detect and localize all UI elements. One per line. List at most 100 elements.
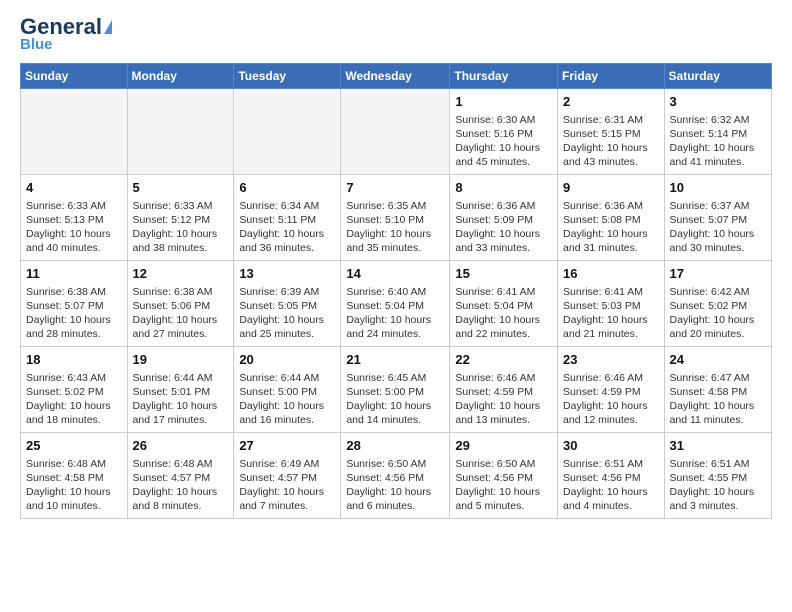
day-cell-28: 28 Sunrise: 6:50 AM Sunset: 4:56 PM Dayli… [341, 433, 450, 519]
calendar-header-monday: Monday [127, 64, 234, 89]
day-number: 3 [670, 93, 766, 111]
day-info: Sunrise: 6:48 AM Sunset: 4:58 PM Dayligh… [26, 457, 122, 514]
day-info: Sunrise: 6:38 AM Sunset: 5:07 PM Dayligh… [26, 285, 122, 342]
day-number: 6 [239, 179, 335, 197]
day-info: Sunrise: 6:37 AM Sunset: 5:07 PM Dayligh… [670, 199, 766, 256]
day-number: 14 [346, 265, 444, 283]
day-cell-9: 9 Sunrise: 6:36 AM Sunset: 5:08 PM Daylig… [558, 175, 665, 261]
day-cell-4: 4Sunrise: 6:33 AM Sunset: 5:13 PM Daylig… [21, 175, 128, 261]
day-cell-11: 11 Sunrise: 6:38 AM Sunset: 5:07 PM Dayli… [21, 261, 128, 347]
day-info: Sunrise: 6:40 AM Sunset: 5:04 PM Dayligh… [346, 285, 444, 342]
day-number: 24 [670, 351, 766, 369]
logo-blue: Blue [20, 36, 53, 53]
day-number: 26 [133, 437, 229, 455]
day-number: 21 [346, 351, 444, 369]
day-cell-3: 3 Sunrise: 6:32 AM Sunset: 5:14 PM Daylig… [664, 89, 771, 175]
day-cell-10: 10 Sunrise: 6:37 AM Sunset: 5:07 PM Dayli… [664, 175, 771, 261]
day-info: Sunrise: 6:44 AM Sunset: 5:01 PM Dayligh… [133, 371, 229, 428]
day-info: Sunrise: 6:30 AM Sunset: 5:16 PM Dayligh… [455, 113, 552, 170]
calendar-header-saturday: Saturday [664, 64, 771, 89]
day-info: Sunrise: 6:33 AM Sunset: 5:13 PM Dayligh… [26, 199, 122, 256]
week-row-3: 11 Sunrise: 6:38 AM Sunset: 5:07 PM Dayli… [21, 261, 772, 347]
day-cell-5: 5 Sunrise: 6:33 AM Sunset: 5:12 PM Daylig… [127, 175, 234, 261]
day-number: 2 [563, 93, 659, 111]
day-info: Sunrise: 6:44 AM Sunset: 5:00 PM Dayligh… [239, 371, 335, 428]
day-cell-26: 26 Sunrise: 6:48 AM Sunset: 4:57 PM Dayli… [127, 433, 234, 519]
day-cell-8: 8 Sunrise: 6:36 AM Sunset: 5:09 PM Daylig… [450, 175, 558, 261]
day-number: 25 [26, 437, 122, 455]
calendar-table: SundayMondayTuesdayWednesdayThursdayFrid… [20, 63, 772, 519]
day-number: 16 [563, 265, 659, 283]
calendar-header-sunday: Sunday [21, 64, 128, 89]
day-cell-23: 23 Sunrise: 6:46 AM Sunset: 4:59 PM Dayli… [558, 347, 665, 433]
day-number: 22 [455, 351, 552, 369]
day-cell-20: 20Sunrise: 6:44 AM Sunset: 5:00 PM Dayli… [234, 347, 341, 433]
day-info: Sunrise: 6:38 AM Sunset: 5:06 PM Dayligh… [133, 285, 229, 342]
day-cell-12: 12Sunrise: 6:38 AM Sunset: 5:06 PM Dayli… [127, 261, 234, 347]
day-number: 10 [670, 179, 766, 197]
day-cell-1: 1 Sunrise: 6:30 AM Sunset: 5:16 PM Daylig… [450, 89, 558, 175]
day-number: 17 [670, 265, 766, 283]
day-number: 19 [133, 351, 229, 369]
day-info: Sunrise: 6:41 AM Sunset: 5:04 PM Dayligh… [455, 285, 552, 342]
calendar-header-wednesday: Wednesday [341, 64, 450, 89]
day-info: Sunrise: 6:36 AM Sunset: 5:09 PM Dayligh… [455, 199, 552, 256]
week-row-2: 4Sunrise: 6:33 AM Sunset: 5:13 PM Daylig… [21, 175, 772, 261]
day-number: 8 [455, 179, 552, 197]
day-cell-29: 29Sunrise: 6:50 AM Sunset: 4:56 PM Dayli… [450, 433, 558, 519]
day-info: Sunrise: 6:51 AM Sunset: 4:56 PM Dayligh… [563, 457, 659, 514]
day-info: Sunrise: 6:43 AM Sunset: 5:02 PM Dayligh… [26, 371, 122, 428]
day-cell-17: 17 Sunrise: 6:42 AM Sunset: 5:02 PM Dayli… [664, 261, 771, 347]
day-info: Sunrise: 6:42 AM Sunset: 5:02 PM Dayligh… [670, 285, 766, 342]
day-number: 7 [346, 179, 444, 197]
day-number: 23 [563, 351, 659, 369]
day-cell-16: 16Sunrise: 6:41 AM Sunset: 5:03 PM Dayli… [558, 261, 665, 347]
day-info: Sunrise: 6:50 AM Sunset: 4:56 PM Dayligh… [455, 457, 552, 514]
day-cell-24: 24 Sunrise: 6:47 AM Sunset: 4:58 PM Dayli… [664, 347, 771, 433]
day-info: Sunrise: 6:46 AM Sunset: 4:59 PM Dayligh… [563, 371, 659, 428]
day-cell-30: 30 Sunrise: 6:51 AM Sunset: 4:56 PM Dayli… [558, 433, 665, 519]
calendar-header-thursday: Thursday [450, 64, 558, 89]
day-cell-27: 27 Sunrise: 6:49 AM Sunset: 4:57 PM Dayli… [234, 433, 341, 519]
day-info: Sunrise: 6:48 AM Sunset: 4:57 PM Dayligh… [133, 457, 229, 514]
logo-triangle-icon [104, 20, 112, 34]
day-info: Sunrise: 6:46 AM Sunset: 4:59 PM Dayligh… [455, 371, 552, 428]
calendar-header-friday: Friday [558, 64, 665, 89]
day-cell-25: 25 Sunrise: 6:48 AM Sunset: 4:58 PM Dayli… [21, 433, 128, 519]
day-info: Sunrise: 6:33 AM Sunset: 5:12 PM Dayligh… [133, 199, 229, 256]
day-cell-6: 6 Sunrise: 6:34 AM Sunset: 5:11 PM Daylig… [234, 175, 341, 261]
day-number: 31 [670, 437, 766, 455]
week-row-5: 25 Sunrise: 6:48 AM Sunset: 4:58 PM Dayli… [21, 433, 772, 519]
page: General Blue SundayMondayTuesdayWednesda… [0, 0, 792, 529]
week-row-4: 18 Sunrise: 6:43 AM Sunset: 5:02 PM Dayli… [21, 347, 772, 433]
week-row-1: 1 Sunrise: 6:30 AM Sunset: 5:16 PM Daylig… [21, 89, 772, 175]
day-info: Sunrise: 6:45 AM Sunset: 5:00 PM Dayligh… [346, 371, 444, 428]
day-info: Sunrise: 6:32 AM Sunset: 5:14 PM Dayligh… [670, 113, 766, 170]
day-number: 5 [133, 179, 229, 197]
day-info: Sunrise: 6:36 AM Sunset: 5:08 PM Dayligh… [563, 199, 659, 256]
day-info: Sunrise: 6:50 AM Sunset: 4:56 PM Dayligh… [346, 457, 444, 514]
logo: General Blue [20, 16, 112, 53]
day-info: Sunrise: 6:47 AM Sunset: 4:58 PM Dayligh… [670, 371, 766, 428]
day-number: 11 [26, 265, 122, 283]
day-info: Sunrise: 6:49 AM Sunset: 4:57 PM Dayligh… [239, 457, 335, 514]
day-number: 18 [26, 351, 122, 369]
day-number: 13 [239, 265, 335, 283]
day-cell-7: 7Sunrise: 6:35 AM Sunset: 5:10 PM Daylig… [341, 175, 450, 261]
day-number: 1 [455, 93, 552, 111]
empty-cell [21, 89, 128, 175]
day-cell-13: 13Sunrise: 6:39 AM Sunset: 5:05 PM Dayli… [234, 261, 341, 347]
day-cell-31: 31Sunrise: 6:51 AM Sunset: 4:55 PM Dayli… [664, 433, 771, 519]
logo-general: General [20, 16, 102, 38]
day-cell-18: 18 Sunrise: 6:43 AM Sunset: 5:02 PM Dayli… [21, 347, 128, 433]
day-number: 27 [239, 437, 335, 455]
day-number: 9 [563, 179, 659, 197]
day-number: 28 [346, 437, 444, 455]
day-info: Sunrise: 6:34 AM Sunset: 5:11 PM Dayligh… [239, 199, 335, 256]
day-cell-19: 19 Sunrise: 6:44 AM Sunset: 5:01 PM Dayli… [127, 347, 234, 433]
day-cell-2: 2Sunrise: 6:31 AM Sunset: 5:15 PM Daylig… [558, 89, 665, 175]
day-number: 30 [563, 437, 659, 455]
day-number: 15 [455, 265, 552, 283]
empty-cell [127, 89, 234, 175]
header: General Blue [20, 16, 772, 53]
